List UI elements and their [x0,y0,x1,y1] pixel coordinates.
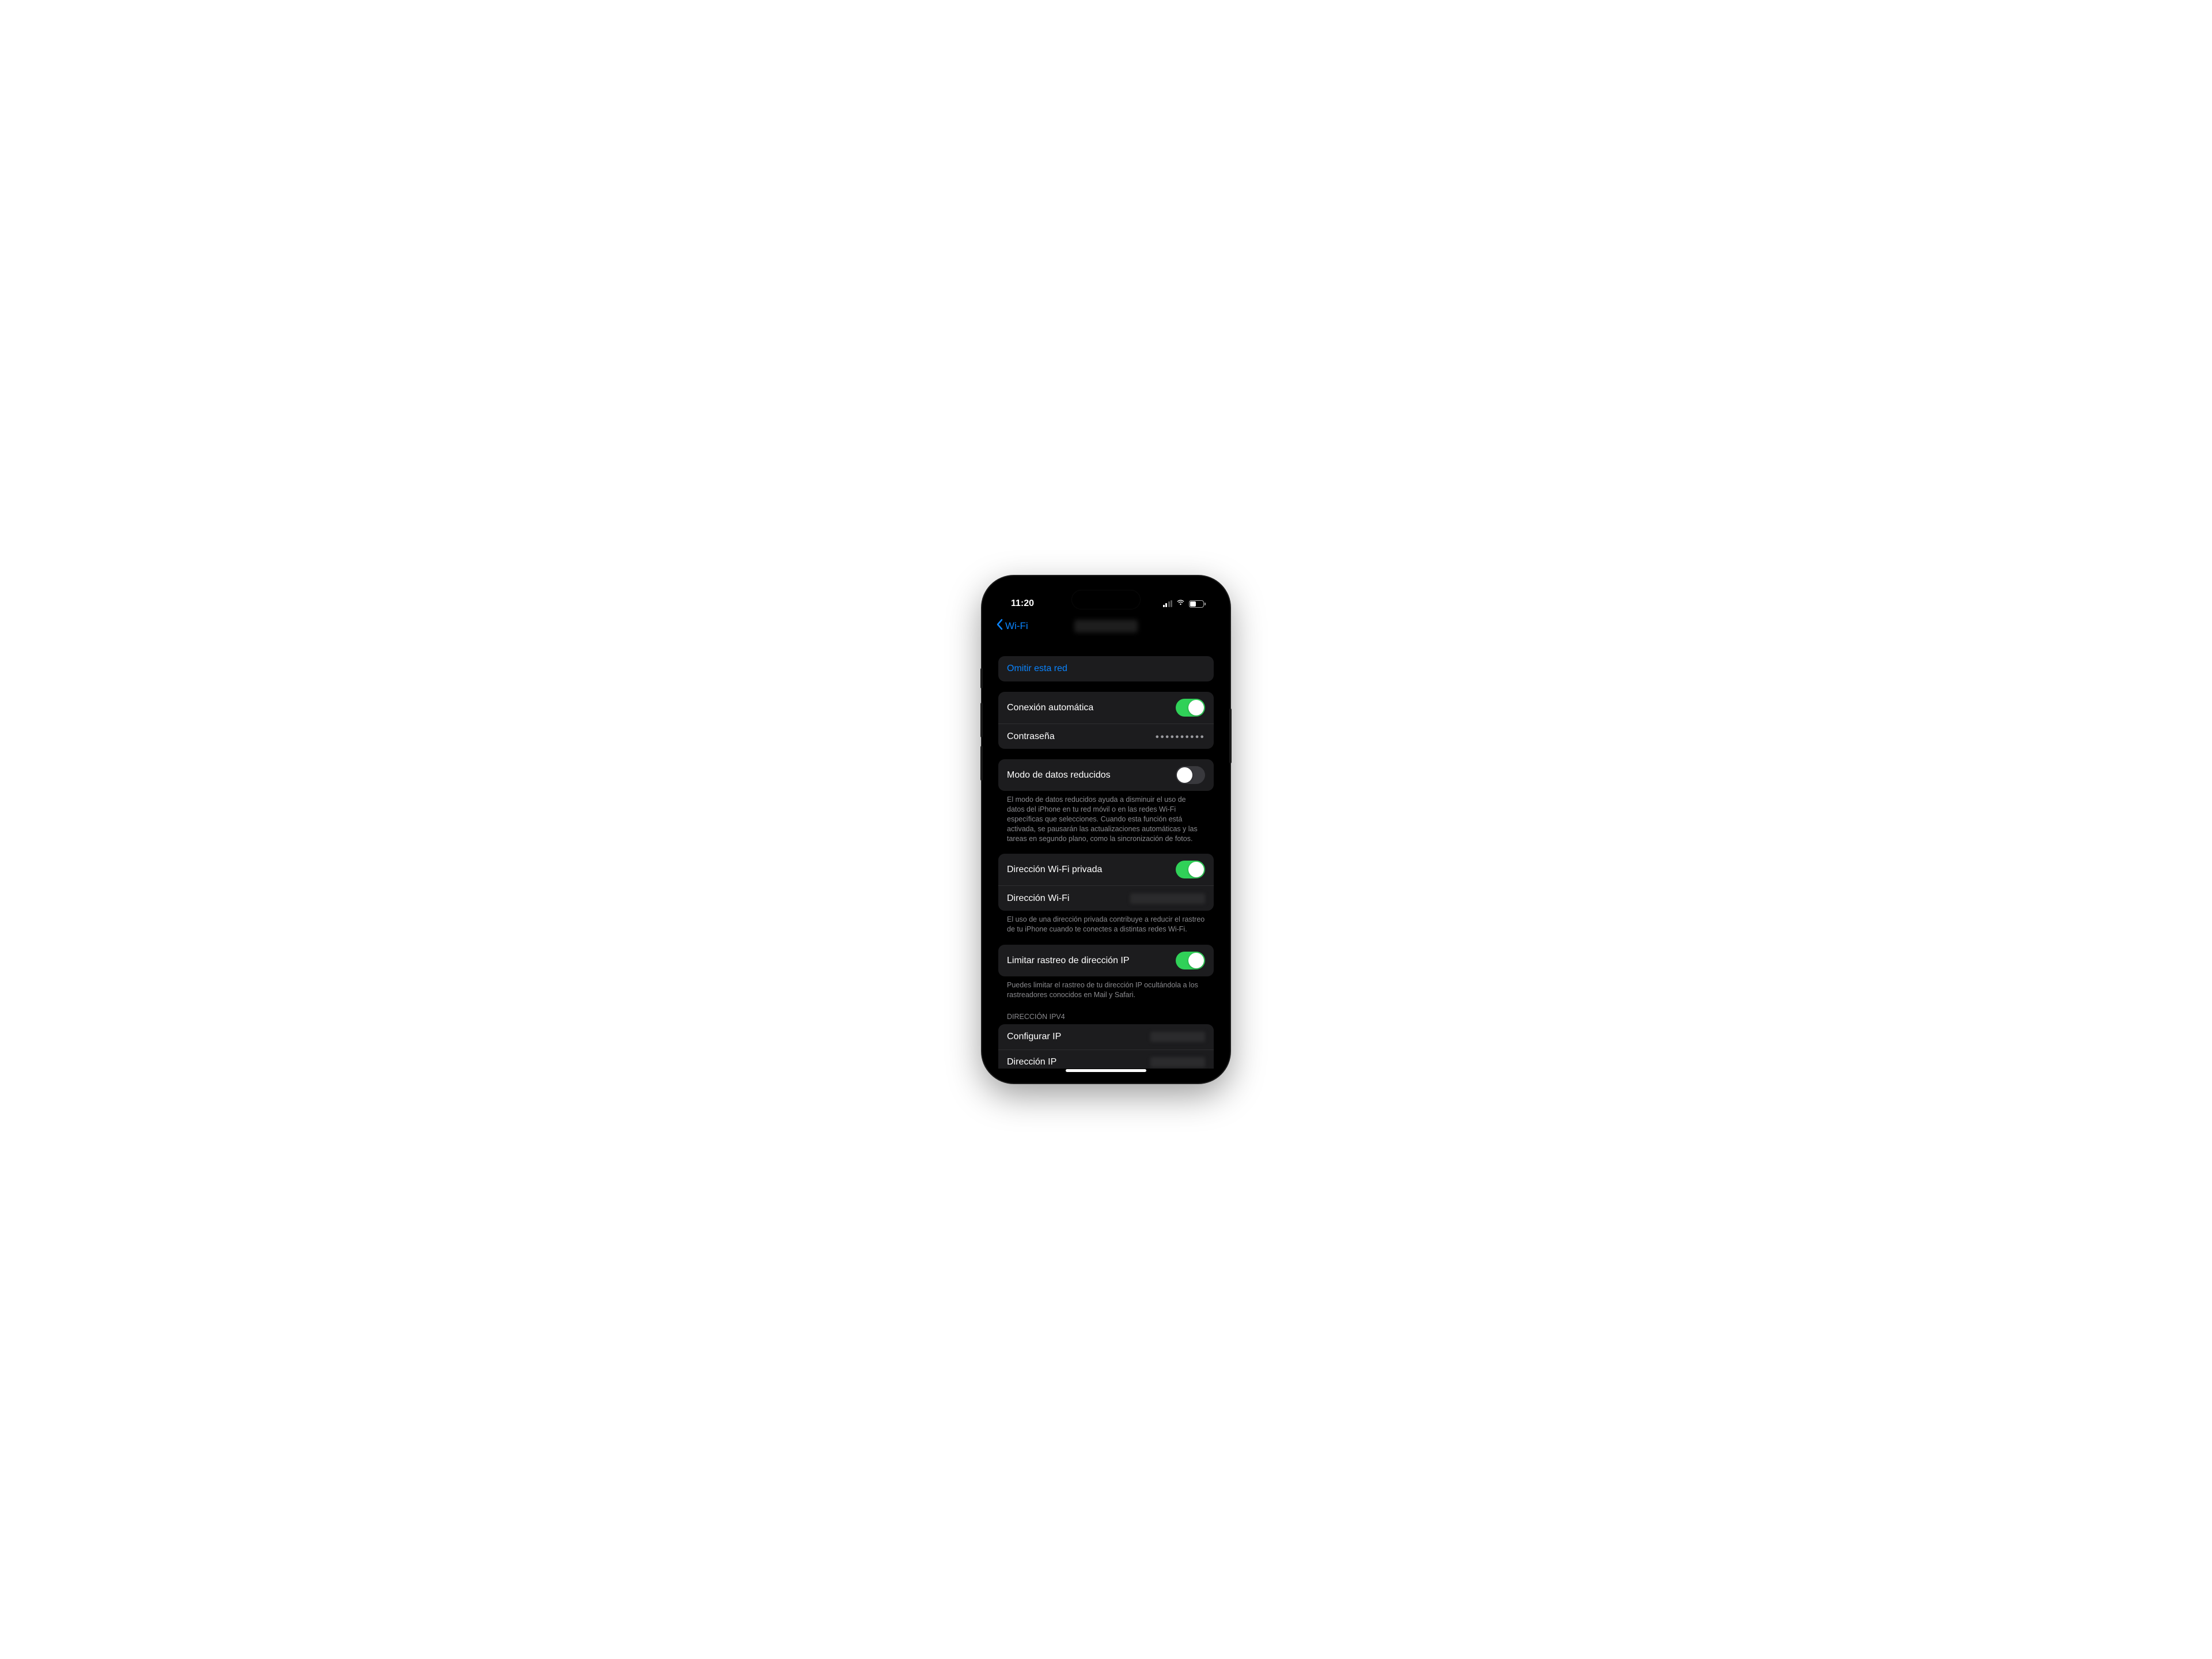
password-row[interactable]: Contraseña ●●●●●●●●●● [998,724,1214,749]
private-address-label: Dirección Wi-Fi privada [1007,865,1102,875]
configure-ip-label: Configurar IP [1007,1032,1061,1042]
wifi-address-redacted [1130,893,1205,904]
private-address-toggle[interactable] [1176,861,1205,878]
screen: 11:20 40 [989,583,1223,1076]
low-data-row[interactable]: Modo de datos reducidos [998,759,1214,791]
ipv4-section-header: DIRECCIÓN IPV4 [998,1000,1214,1024]
ipv4-group: Configurar IP Dirección IP Máscara de su… [998,1024,1214,1069]
auto-join-label: Conexión automática [1007,703,1093,713]
ip-address-label: Dirección IP [1007,1057,1056,1067]
ip-address-value-redacted [1150,1057,1205,1067]
private-address-group: Dirección Wi-Fi privada Dirección Wi-Fi [998,854,1214,911]
power-button [1229,709,1232,763]
configure-ip-row[interactable]: Configurar IP [998,1024,1214,1050]
limit-ip-footer: Puedes limitar el rastreo de tu direcció… [998,976,1214,1000]
connection-group: Conexión automática Contraseña ●●●●●●●●●… [998,692,1214,749]
configure-ip-value-redacted [1150,1032,1205,1042]
volume-down-button [980,746,983,781]
battery-indicator: 40 [1189,600,1206,608]
low-data-toggle[interactable] [1176,766,1205,784]
low-data-label: Modo de datos reducidos [1007,770,1111,781]
side-button [980,668,983,688]
back-label: Wi-Fi [1005,620,1028,632]
forget-network-label: Omitir esta red [1007,664,1067,674]
auto-join-row[interactable]: Conexión automática [998,692,1214,724]
navigation-bar: Wi-Fi [989,614,1223,639]
limit-ip-label: Limitar rastreo de dirección IP [1007,956,1130,966]
password-label: Contraseña [1007,732,1055,742]
wifi-icon [1176,597,1185,610]
wifi-address-row[interactable]: Dirección Wi-Fi [998,885,1214,911]
password-value: ●●●●●●●●●● [1156,733,1205,740]
forget-network-group: Omitir esta red [998,656,1214,681]
limit-ip-row[interactable]: Limitar rastreo de dirección IP [998,945,1214,976]
limit-ip-toggle[interactable] [1176,952,1205,969]
phone-frame: 11:20 40 [982,576,1230,1083]
ip-address-row[interactable]: Dirección IP [998,1050,1214,1069]
private-address-footer: El uso de una dirección privada contribu… [998,911,1214,934]
home-indicator[interactable] [1066,1069,1146,1072]
status-time: 11:20 [1011,599,1034,609]
cellular-signal-icon [1163,600,1173,607]
auto-join-toggle[interactable] [1176,699,1205,717]
low-data-footer: El modo de datos reducidos ayuda a dismi… [998,791,1214,843]
wifi-address-label: Dirección Wi-Fi [1007,893,1069,904]
back-button[interactable]: Wi-Fi [996,619,1028,633]
dynamic-island [1071,590,1141,609]
limit-ip-group: Limitar rastreo de dirección IP [998,945,1214,976]
content[interactable]: Omitir esta red Conexión automática Cont… [989,639,1223,1069]
network-name-redacted [1074,620,1138,632]
low-data-group: Modo de datos reducidos [998,759,1214,791]
forget-network-button[interactable]: Omitir esta red [998,656,1214,681]
battery-percent: 40 [1193,601,1199,607]
chevron-left-icon [996,619,1003,633]
private-address-row[interactable]: Dirección Wi-Fi privada [998,854,1214,885]
volume-up-button [980,703,983,737]
